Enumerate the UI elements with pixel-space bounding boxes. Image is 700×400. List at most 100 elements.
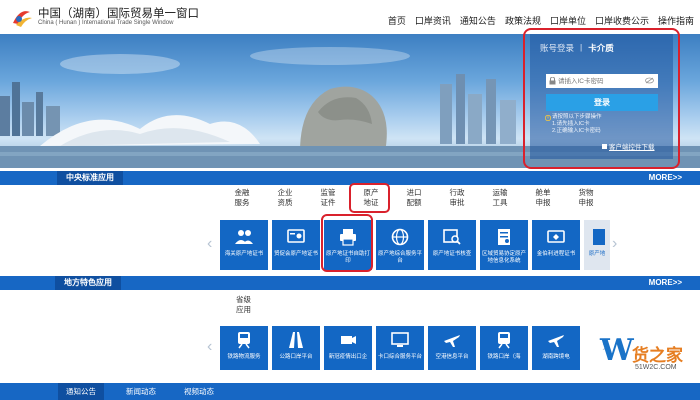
cat-line: 申报 [578, 198, 594, 207]
category-manifest[interactable]: 舱单 申报 [523, 188, 563, 208]
client-control-download-link[interactable]: 客户端控件下载 [602, 141, 655, 151]
watermark-url: 51W2C.COM [635, 364, 677, 371]
category-admin-approval[interactable]: 行政 审批 [437, 188, 477, 208]
cat-line: 监管 [320, 188, 336, 197]
local-prev-arrow[interactable]: ‹ [207, 338, 212, 356]
camera-icon [341, 336, 356, 344]
tab-card-media[interactable]: 卡介质 [588, 42, 614, 54]
tab-video-news[interactable]: 视频动态 [176, 383, 222, 400]
site-title: 中国（湖南）国际贸易单一窗口 [38, 8, 199, 20]
self-print-tile-highlight [321, 214, 373, 272]
eye-off-icon[interactable] [645, 77, 654, 84]
nav-notices[interactable]: 通知公告 [460, 14, 496, 27]
tile-origin-partial[interactable]: 原产地 [584, 220, 610, 270]
tile-rta-origin-system[interactable]: 区域贸易协定原产地信息化系统 [480, 220, 528, 270]
news-tabs-bar: 通知公告 新闻动态 视频动态 [0, 383, 700, 400]
tile-rail-port[interactable]: 铁路口岸（海 [480, 326, 528, 370]
cat-line: 审批 [449, 198, 465, 207]
tip-line: 1.请先插入IC卡 [552, 121, 590, 127]
tile-label: 原产地证书核查 [432, 251, 472, 257]
tab-separator: | [580, 42, 583, 52]
category-supervision[interactable]: 监管 证件 [308, 188, 348, 208]
tile-hunan-cross-border[interactable]: 湖南跨境电 [532, 326, 580, 370]
monitor-icon [391, 332, 409, 347]
watermark-text: 货之家 [632, 346, 683, 365]
tiles-prev-arrow[interactable]: ‹ [207, 235, 212, 253]
category-tabs: 金融 服务 企业 资质 监管 证件 原产 地证 进口 配额 行政 审批 运输 工具 舱单 申报 … [222, 188, 617, 212]
cat-line: 资质 [277, 198, 293, 207]
document-icon [593, 229, 605, 245]
tab-news[interactable]: 新闻动态 [118, 383, 164, 400]
apply-line: 省级 [236, 295, 251, 304]
tile-label: 铁路口岸（海 [487, 354, 521, 360]
document-icon [498, 229, 510, 245]
tile-label: 区域贸易协定原产地信息化系统 [482, 251, 527, 264]
provincial-apps-tab[interactable]: 省级 应用 [236, 295, 251, 315]
download-link-text: 客户端控件下载 [609, 144, 655, 151]
logo-icon[interactable] [10, 6, 34, 28]
tile-label: 湖南跨境电 [542, 354, 570, 360]
cat-line: 金融 [234, 188, 250, 197]
category-enterprise[interactable]: 企业 资质 [265, 188, 305, 208]
tile-covid-export[interactable]: 新冠疫情出口企 [324, 326, 372, 370]
cat-line: 申报 [535, 198, 551, 207]
tile-label: 贸促会原产地证书 [274, 251, 319, 257]
tile-ccpit-origin-certificate[interactable]: 贸促会原产地证书 [272, 220, 320, 270]
tile-origin-service-platform[interactable]: 原产地综合服务平台 [376, 220, 424, 270]
category-origin-highlight [349, 183, 390, 213]
tile-road-port-platform[interactable]: 公路口岸平台 [272, 326, 320, 370]
card-icon [547, 230, 565, 243]
cat-line: 服务 [234, 198, 250, 207]
category-transport[interactable]: 运输 工具 [480, 188, 520, 208]
tile-label: 新冠疫情出口企 [328, 354, 368, 360]
category-finance[interactable]: 金融 服务 [222, 188, 262, 208]
tile-airport-info[interactable]: 空港信息平台 [428, 326, 476, 370]
nav-policies[interactable]: 政策法规 [505, 14, 541, 27]
tile-label: 铁路物流服务 [227, 354, 261, 360]
nav-port-fees[interactable]: 口岸收费公示 [595, 14, 649, 27]
tiles-next-arrow[interactable]: › [612, 235, 617, 253]
road-icon [289, 332, 303, 348]
warning-icon [545, 115, 551, 121]
login-button[interactable]: 登录 [546, 94, 658, 111]
tile-label: 海关原产地证书 [224, 251, 264, 257]
cat-line: 行政 [449, 188, 465, 197]
ic-card-password-input[interactable] [546, 74, 658, 88]
tile-label: 原产地综合服务平台 [378, 251, 423, 264]
central-more-link[interactable]: MORE>> [649, 171, 682, 185]
central-apps-bar: 中央标准应用 MORE>> [0, 171, 700, 185]
local-apps-title: 地方特色应用 [55, 276, 121, 290]
login-tips: 请按照以下步骤操作 1.请先插入IC卡 2.正确输入IC卡密码 [552, 114, 602, 135]
watermark-logo: W 货之家 51W2C.COM [600, 331, 695, 391]
nav-port-news[interactable]: 口岸资讯 [415, 14, 451, 27]
airplane-icon [444, 335, 460, 347]
tile-origin-verification[interactable]: 原产地证书核查 [428, 220, 476, 270]
tile-label: 公路口岸平台 [279, 354, 313, 360]
local-more-link[interactable]: MORE>> [649, 276, 682, 290]
cat-line: 运输 [492, 188, 508, 197]
tip-line: 2.正确输入IC卡密码 [552, 128, 601, 134]
download-icon [602, 144, 607, 149]
nav-home[interactable]: 首页 [388, 14, 406, 27]
globe-icon [391, 228, 409, 246]
certificate-icon [287, 229, 305, 243]
nav-guide[interactable]: 操作指南 [658, 14, 694, 27]
tile-rail-logistics[interactable]: 铁路物流服务 [220, 326, 268, 370]
tab-notices[interactable]: 通知公告 [58, 383, 104, 400]
category-goods[interactable]: 货物 申报 [566, 188, 606, 208]
tile-customs-origin-certificate[interactable]: 海关原产地证书 [220, 220, 268, 270]
watermark-letter: W [600, 333, 634, 368]
login-tabs: 账号登录 | 卡介质 [540, 42, 614, 54]
tile-kimberley-certificate[interactable]: 金伯利进程证书 [532, 220, 580, 270]
tip-line: 请按照以下步骤操作 [552, 114, 602, 120]
category-import-quota[interactable]: 进口 配额 [394, 188, 434, 208]
nav-port-units[interactable]: 口岸单位 [550, 14, 586, 27]
cat-line: 证件 [320, 198, 336, 207]
local-apps-bar: 地方特色应用 MORE>> [0, 276, 700, 290]
tab-account-login[interactable]: 账号登录 [540, 42, 574, 54]
lock-icon [549, 77, 556, 85]
tile-checkpoint-service[interactable]: 卡口综合服务平台 [376, 326, 424, 370]
train-icon [498, 332, 510, 349]
tile-label: 金伯利进程证书 [536, 251, 576, 257]
site-subtitle: China ( Hunan ) International Trade Sing… [38, 20, 174, 26]
